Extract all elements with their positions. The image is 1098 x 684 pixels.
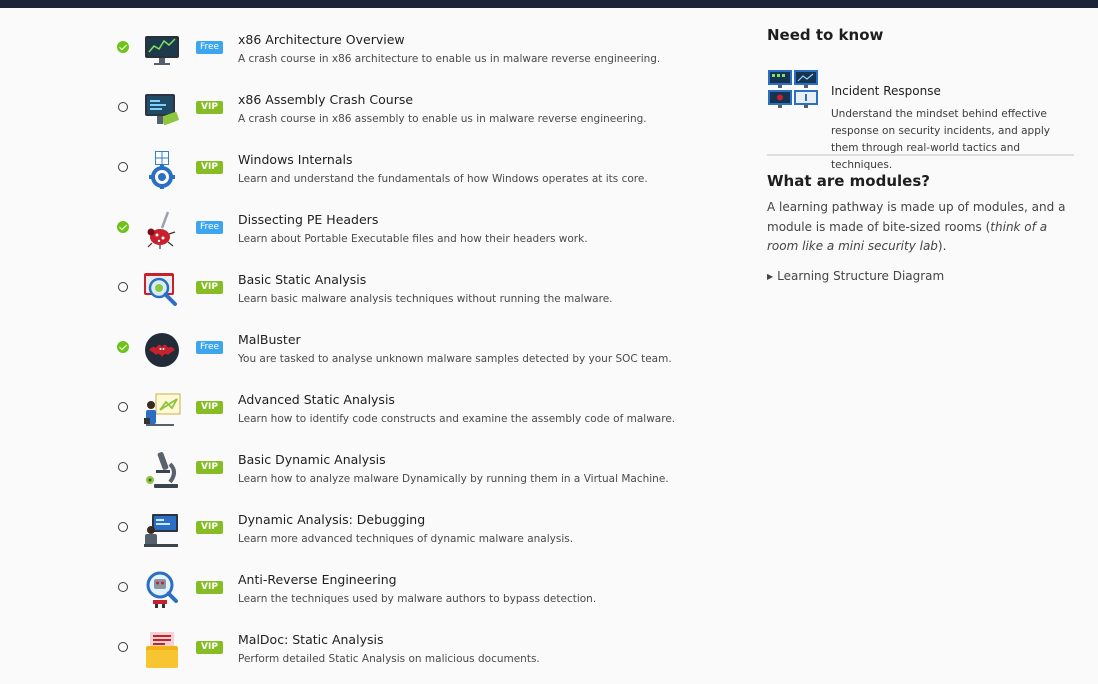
room-item[interactable]: VIP Dynamic Analysis: Debugging Learn mo… (116, 498, 736, 558)
module-description: Understand the mindset behind effective … (831, 108, 1050, 171)
incomplete-circle-icon (118, 462, 128, 472)
monitors-grid-icon (767, 69, 819, 113)
room-item[interactable]: VIP Basic Static Analysis Learn basic ma… (116, 258, 736, 318)
vip-badge: VIP (196, 641, 223, 654)
incomplete-circle-icon (118, 102, 128, 112)
vip-badge: VIP (196, 581, 223, 594)
module-card[interactable]: Incident Response Understand the mindset… (767, 54, 1074, 171)
room-title[interactable]: MalDoc: Static Analysis (238, 632, 383, 647)
free-badge: Free (196, 221, 224, 234)
room-title[interactable]: MalBuster (238, 332, 301, 347)
debugger-desk-icon (142, 510, 182, 550)
module-title[interactable]: Incident Response (831, 84, 941, 98)
vip-badge: VIP (196, 521, 223, 534)
room-title[interactable]: x86 Assembly Crash Course (238, 92, 413, 107)
room-item[interactable]: Free Dissecting PE Headers Learn about P… (116, 198, 736, 258)
room-item[interactable]: VIP Basic Dynamic Analysis Learn how to … (116, 438, 736, 498)
room-title[interactable]: Windows Internals (238, 152, 352, 167)
room-description: Learn about Portable Executable files an… (238, 233, 588, 245)
microscope-icon (142, 450, 182, 490)
info-sidebar: Need to know Incident Response Understan… (767, 26, 1074, 283)
incomplete-circle-icon (118, 582, 128, 592)
modules-explanation-end: ). (937, 239, 947, 253)
room-item[interactable]: VIP Advanced Static Analysis Learn how t… (116, 378, 736, 438)
incomplete-circle-icon (118, 402, 128, 412)
room-description: Learn the techniques used by malware aut… (238, 593, 597, 605)
modules-explanation: A learning pathway is made up of modules… (767, 198, 1074, 257)
free-badge: Free (196, 41, 224, 54)
room-item[interactable]: VIP Anti-Reverse Engineering Learn the t… (116, 558, 736, 618)
room-title[interactable]: Advanced Static Analysis (238, 392, 395, 407)
free-badge: Free (196, 341, 224, 354)
room-list: Free x86 Architecture Overview A crash c… (116, 18, 736, 678)
vip-badge: VIP (196, 101, 223, 114)
room-description: Learn how to identify code constructs an… (238, 413, 676, 425)
analyst-board-icon (142, 390, 182, 430)
magnifier-robot-icon (142, 570, 182, 610)
room-item[interactable]: Free MalBuster You are tasked to analyse… (116, 318, 736, 378)
completed-check-icon (117, 221, 129, 233)
what-are-modules-heading: What are modules? (767, 172, 930, 190)
vip-badge: VIP (196, 161, 223, 174)
top-navigation-bar (0, 0, 1098, 8)
monitor-graph-icon (142, 30, 182, 70)
room-description: Learn more advanced techniques of dynami… (238, 533, 574, 545)
room-description: Learn and understand the fundamentals of… (238, 173, 648, 185)
vip-badge: VIP (196, 281, 223, 294)
completed-check-icon (117, 41, 129, 53)
monitor-tools-icon (142, 90, 182, 130)
incomplete-circle-icon (118, 642, 128, 652)
room-description: Perform detailed Static Analysis on mali… (238, 653, 540, 665)
room-title[interactable]: Dissecting PE Headers (238, 212, 378, 227)
incomplete-circle-icon (118, 522, 128, 532)
room-title[interactable]: Basic Static Analysis (238, 272, 366, 287)
vip-badge: VIP (196, 401, 223, 414)
learning-structure-label[interactable]: Learning Structure Diagram (777, 269, 944, 283)
room-item[interactable]: VIP x86 Assembly Crash Course A crash co… (116, 78, 736, 138)
room-description: Learn basic malware analysis techniques … (238, 293, 613, 305)
room-item[interactable]: VIP Windows Internals Learn and understa… (116, 138, 736, 198)
room-description: A crash course in x86 assembly to enable… (238, 113, 647, 125)
document-folder-icon (142, 630, 182, 670)
incomplete-circle-icon (118, 282, 128, 292)
vip-badge: VIP (196, 461, 223, 474)
room-item[interactable]: VIP MalDoc: Static Analysis Perform deta… (116, 618, 736, 678)
room-title[interactable]: x86 Architecture Overview (238, 32, 405, 47)
windows-gear-icon (142, 150, 182, 190)
magnifier-virus-icon (142, 270, 182, 310)
need-to-know-heading: Need to know (767, 26, 884, 44)
room-description: A crash course in x86 architecture to en… (238, 53, 661, 65)
room-title[interactable]: Dynamic Analysis: Debugging (238, 512, 425, 527)
bat-logo-icon (142, 330, 182, 370)
disclosure-triangle-icon: ▶ (767, 271, 774, 281)
room-item[interactable]: Free x86 Architecture Overview A crash c… (116, 18, 736, 78)
bug-scalpel-icon (142, 210, 182, 250)
room-description: You are tasked to analyse unknown malwar… (238, 353, 672, 365)
learning-structure-toggle[interactable]: ▶ Learning Structure Diagram (767, 269, 1074, 283)
incomplete-circle-icon (118, 162, 128, 172)
room-title[interactable]: Anti-Reverse Engineering (238, 572, 397, 587)
completed-check-icon (117, 341, 129, 353)
room-title[interactable]: Basic Dynamic Analysis (238, 452, 386, 467)
room-description: Learn how to analyze malware Dynamically… (238, 473, 669, 485)
